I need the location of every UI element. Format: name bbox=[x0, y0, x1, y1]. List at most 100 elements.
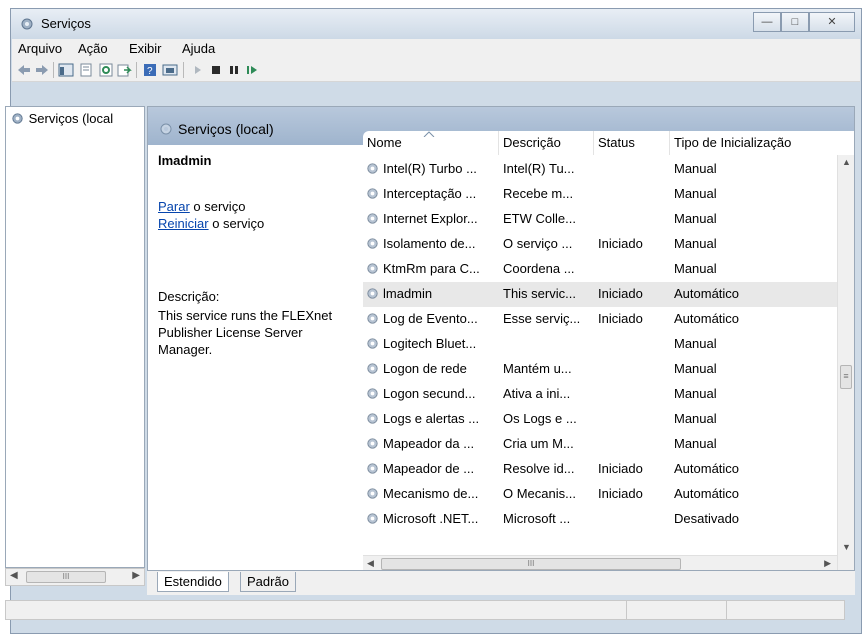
service-name: Interceptação ... bbox=[383, 186, 477, 201]
refresh-icon[interactable] bbox=[98, 62, 114, 78]
service-gear-icon bbox=[367, 388, 378, 399]
service-startup-type: Manual bbox=[674, 211, 717, 226]
menu-acao[interactable]: Ação bbox=[78, 41, 108, 56]
scroll-thumb[interactable]: III bbox=[26, 571, 106, 583]
service-startup-type: Manual bbox=[674, 436, 717, 451]
table-row[interactable]: Mecanismo de... O Mecanis... Iniciado Autom… bbox=[363, 482, 837, 507]
service-description: Microsoft ... bbox=[503, 511, 571, 526]
close-button[interactable]: ✕ bbox=[809, 12, 855, 32]
help-icon[interactable]: ? bbox=[142, 62, 158, 78]
properties-icon[interactable] bbox=[78, 62, 94, 78]
service-gear-icon bbox=[367, 338, 378, 349]
service-startup-type: Manual bbox=[674, 161, 717, 176]
service-description: Cria um M... bbox=[503, 436, 574, 451]
table-row[interactable]: Mapeador da ... Cria um M... Manual bbox=[363, 432, 837, 457]
table-row[interactable]: Logs e alertas ... Os Logs e ... Manual bbox=[363, 407, 837, 432]
table-row[interactable]: Mapeador de ... Resolve id... Iniciado Auto… bbox=[363, 457, 837, 482]
table-row[interactable]: Microsoft .NET... Microsoft ... Desativado bbox=[363, 507, 837, 532]
table-row[interactable]: Log de Evento... Esse serviç... Iniciado Au… bbox=[363, 307, 837, 332]
service-startup-type: Manual bbox=[674, 386, 717, 401]
table-row[interactable]: Logon de rede Mantém u... Manual bbox=[363, 357, 837, 382]
scroll-thumb[interactable]: III bbox=[381, 558, 681, 570]
table-row[interactable]: Internet Explor... ETW Colle... Manual bbox=[363, 207, 837, 232]
service-name: Log de Evento... bbox=[383, 311, 478, 326]
table-row[interactable]: Isolamento de... O serviço ... Iniciado Man… bbox=[363, 232, 837, 257]
close-icon: ✕ bbox=[827, 16, 837, 28]
table-row[interactable]: Logitech Bluet... Manual bbox=[363, 332, 837, 357]
toolbar: ? bbox=[12, 59, 860, 82]
service-description: ETW Colle... bbox=[503, 211, 576, 226]
restart-service-line: Reiniciar o serviço bbox=[158, 216, 265, 231]
scroll-left-icon[interactable]: ◀ bbox=[10, 570, 18, 581]
list-horizontal-scrollbar[interactable]: ◀ III ▶ bbox=[363, 555, 837, 570]
services-list: Nome Descrição Status Tipo de Inicializa… bbox=[363, 131, 854, 570]
service-description: Recebe m... bbox=[503, 186, 574, 201]
service-startup-type: Automático bbox=[674, 286, 740, 301]
tab-standard[interactable]: Padrão bbox=[240, 572, 296, 592]
service-description: Coordena ... bbox=[503, 261, 575, 276]
service-startup-type: Manual bbox=[674, 411, 717, 426]
view-icon[interactable] bbox=[162, 62, 178, 78]
table-row[interactable]: Interceptação ... Recebe m... Manual bbox=[363, 182, 837, 207]
service-gear-icon bbox=[367, 413, 378, 424]
tree-item-services-local[interactable]: Serviços (local bbox=[10, 111, 113, 126]
selected-service-name: lmadmin bbox=[158, 153, 212, 168]
service-description: Mantém u... bbox=[503, 361, 572, 376]
maximize-button[interactable]: □ bbox=[781, 12, 809, 32]
play-icon[interactable] bbox=[190, 62, 206, 78]
menu-ajuda[interactable]: Ajuda bbox=[182, 41, 215, 56]
tab-extended[interactable]: Estendido bbox=[157, 572, 229, 592]
console-tree-icon[interactable] bbox=[58, 62, 74, 78]
service-gear-icon bbox=[367, 238, 378, 249]
scroll-down-icon[interactable]: ▼ bbox=[842, 542, 851, 552]
stop-service-link[interactable]: Parar bbox=[158, 199, 190, 214]
table-row[interactable]: KtmRm para C... Coordena ... Manual bbox=[363, 257, 837, 282]
description-label: Descrição: bbox=[158, 289, 220, 304]
menu-bar: Arquivo Ação Exibir Ajuda bbox=[12, 39, 860, 59]
service-name: Internet Explor... bbox=[383, 211, 478, 226]
window-title: Serviços bbox=[41, 16, 91, 31]
service-startup-type: Manual bbox=[674, 186, 717, 201]
service-startup-type: Automático bbox=[674, 311, 740, 326]
service-gear-icon bbox=[367, 163, 378, 174]
pause-icon[interactable] bbox=[226, 62, 242, 78]
minimize-button[interactable]: — bbox=[753, 12, 781, 32]
service-gear-icon bbox=[367, 363, 378, 374]
column-header-description[interactable]: Descrição bbox=[499, 131, 594, 155]
service-name: Mapeador de ... bbox=[383, 461, 475, 476]
scroll-right-icon[interactable]: ▶ bbox=[132, 570, 140, 581]
column-header-name[interactable]: Nome bbox=[363, 131, 499, 155]
table-row[interactable]: lmadmin This servic... Iniciado Automático bbox=[363, 282, 837, 307]
service-gear-icon bbox=[367, 513, 378, 524]
restart-icon[interactable] bbox=[244, 62, 260, 78]
table-row[interactable]: Logon secund... Ativa a ini... Manual bbox=[363, 382, 837, 407]
services-gear-icon bbox=[21, 18, 33, 30]
svg-text:?: ? bbox=[147, 66, 153, 77]
tree-horizontal-scrollbar[interactable]: ◀ III ▶ bbox=[5, 568, 145, 586]
services-gear-icon bbox=[12, 113, 23, 124]
export-icon[interactable] bbox=[116, 62, 132, 78]
title-bar[interactable]: Serviços — □ ✕ bbox=[11, 9, 861, 39]
column-header-status[interactable]: Status bbox=[594, 131, 670, 155]
scroll-left-icon[interactable]: ◀ bbox=[367, 558, 374, 569]
scroll-right-icon[interactable]: ▶ bbox=[824, 558, 831, 569]
table-row[interactable]: Intel(R) Turbo ... Intel(R) Tu... Manual bbox=[363, 157, 837, 182]
menu-arquivo[interactable]: Arquivo bbox=[18, 41, 62, 56]
service-startup-type: Manual bbox=[674, 336, 717, 351]
list-vertical-scrollbar[interactable]: ▲ ≡ ▼ bbox=[837, 155, 854, 570]
menu-exibir[interactable]: Exibir bbox=[129, 41, 162, 56]
service-gear-icon bbox=[367, 438, 378, 449]
service-name: Logitech Bluet... bbox=[383, 336, 477, 351]
service-description: Intel(R) Tu... bbox=[503, 161, 575, 176]
view-tabs: Estendido Padrão bbox=[147, 571, 855, 595]
forward-arrow-icon[interactable] bbox=[34, 62, 50, 78]
service-status: Iniciado bbox=[598, 461, 643, 476]
service-name: Isolamento de... bbox=[383, 236, 476, 251]
stop-icon[interactable] bbox=[208, 62, 224, 78]
back-arrow-icon[interactable] bbox=[16, 62, 32, 78]
service-gear-icon bbox=[367, 188, 378, 199]
scroll-thumb[interactable]: ≡ bbox=[840, 365, 852, 389]
scroll-up-icon[interactable]: ▲ bbox=[842, 157, 851, 167]
restart-service-link[interactable]: Reiniciar bbox=[158, 216, 209, 231]
column-header-startup-type[interactable]: Tipo de Inicialização bbox=[670, 131, 837, 155]
